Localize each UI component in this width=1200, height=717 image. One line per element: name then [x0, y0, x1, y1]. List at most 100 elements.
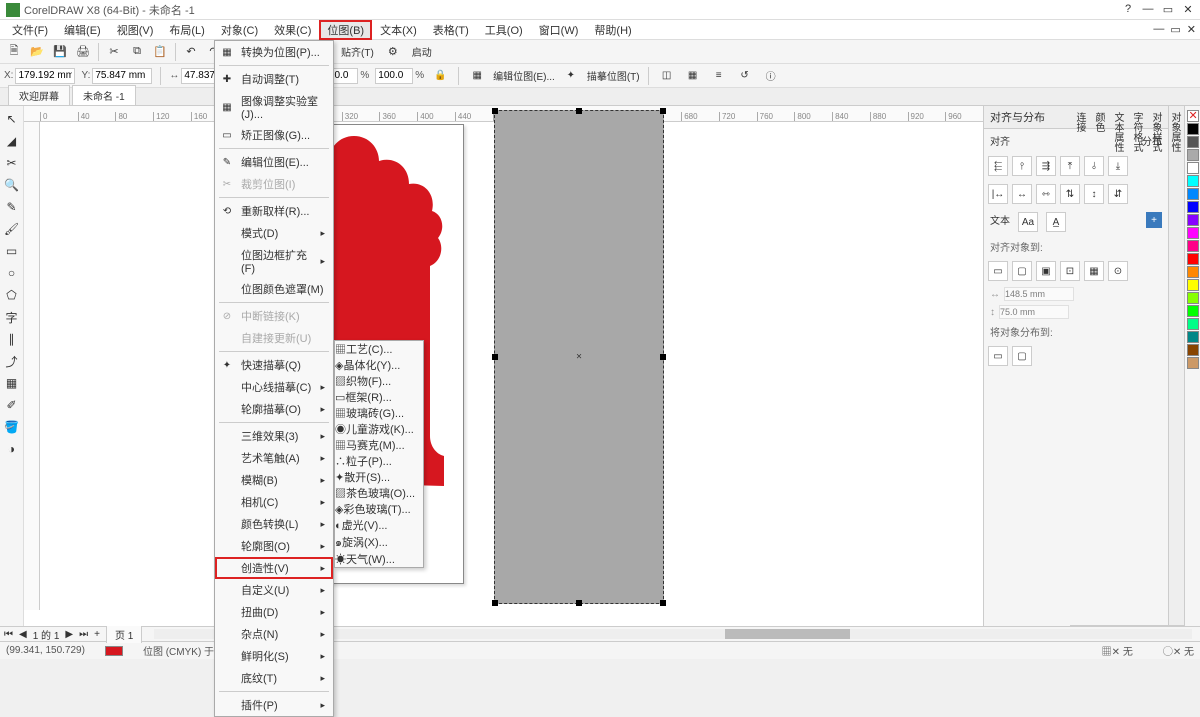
color-swatch[interactable] — [1187, 162, 1199, 174]
color-swatch[interactable] — [1187, 227, 1199, 239]
menu-item[interactable]: 鲜明化(S)▸ — [215, 645, 333, 667]
canvas[interactable]: 0408012016020024028032036040044048052056… — [24, 106, 983, 626]
launch-label[interactable]: 启动 — [406, 44, 438, 59]
align-to-edge-icon[interactable]: ▣ — [1036, 261, 1056, 281]
menu-item[interactable]: ▭矫正图像(G)... — [215, 124, 333, 146]
text-baseline-icon[interactable]: Aa — [1018, 212, 1038, 232]
dist-left-icon[interactable]: |↔ — [988, 184, 1008, 204]
side-tab-1[interactable]: 对象样式 — [1146, 106, 1165, 626]
menu-item[interactable]: 位图边框扩充(F)▸ — [215, 244, 333, 278]
color-swatch[interactable] — [1187, 279, 1199, 291]
dist-to-sel-icon[interactable]: ▭ — [988, 346, 1008, 366]
save-icon[interactable]: 💾 — [50, 42, 70, 62]
close-icon[interactable]: ✕ — [1182, 3, 1194, 16]
trace-bitmap-label[interactable]: 描摹位图(T) — [587, 68, 640, 83]
outline-tool-icon[interactable]: ◑ — [3, 440, 21, 458]
connector-tool-icon[interactable]: ⤴ — [3, 352, 21, 370]
dist-center-h-icon[interactable]: ↔ — [1012, 184, 1032, 204]
menu-item[interactable]: 自定义(U)▸ — [215, 579, 333, 601]
resample-icon[interactable]: ▦ — [683, 66, 703, 86]
color-swatch[interactable] — [1187, 188, 1199, 200]
scale-y-field[interactable] — [375, 68, 413, 84]
menu-item[interactable]: 中心线描摹(C)▸ — [215, 376, 333, 398]
menu-tools[interactable]: 工具(O) — [477, 20, 531, 40]
doc-close-icon[interactable]: ✕ — [1187, 23, 1196, 36]
menu-object[interactable]: 对象(C) — [213, 20, 266, 40]
last-page-icon[interactable]: ⏭ — [79, 629, 88, 640]
color-swatch[interactable] — [1187, 318, 1199, 330]
submenu-item[interactable]: ▨茶色玻璃(O)... — [335, 485, 423, 501]
color-swatch[interactable] — [1187, 201, 1199, 213]
outline-none-icon[interactable]: ◯✕ — [1163, 647, 1181, 658]
shape-tool-icon[interactable]: ◢ — [3, 132, 21, 150]
text-tool-icon[interactable]: 字 — [3, 308, 21, 326]
selected-bitmap[interactable]: × — [494, 110, 664, 604]
doc-maximize-icon[interactable]: ▭ — [1170, 23, 1180, 36]
menu-item[interactable]: 模式(D)▸ — [215, 222, 333, 244]
freehand-tool-icon[interactable]: ✎ — [3, 198, 21, 216]
y-field[interactable] — [92, 68, 152, 84]
color-none-icon[interactable]: ✕ — [1187, 110, 1199, 122]
menu-item[interactable]: 扭曲(D)▸ — [215, 601, 333, 623]
trace-bitmap-button[interactable]: ✦ — [561, 66, 581, 86]
next-page-icon[interactable]: ▶ — [65, 629, 73, 640]
wrap-icon[interactable]: ↺ — [735, 66, 755, 86]
menu-item[interactable]: 插件(P)▸ — [215, 694, 333, 716]
align-to-page-icon[interactable]: ▢ — [1012, 261, 1032, 281]
polygon-tool-icon[interactable]: ⬠ — [3, 286, 21, 304]
menu-table[interactable]: 表格(T) — [425, 20, 477, 40]
color-swatch[interactable] — [1187, 240, 1199, 252]
color-swatch[interactable] — [1187, 214, 1199, 226]
menu-file[interactable]: 文件(F) — [4, 20, 56, 40]
submenu-item[interactable]: ▦马赛克(M)... — [335, 437, 423, 453]
parallel-tool-icon[interactable]: ∥ — [3, 330, 21, 348]
fill-tool-icon[interactable]: 🪣 — [3, 418, 21, 436]
new-icon[interactable]: 🗎 — [4, 42, 24, 62]
menu-item[interactable]: 底纹(T)▸ — [215, 667, 333, 689]
fill-swatch-icon[interactable] — [105, 646, 123, 656]
info-icon[interactable]: ⓘ — [761, 66, 781, 86]
side-tab-0[interactable]: 对象属性 — [1165, 106, 1184, 626]
submenu-item[interactable]: ☀天气(W)... — [335, 551, 423, 567]
menu-item[interactable]: 模糊(B)▸ — [215, 469, 333, 491]
color-swatch[interactable] — [1187, 175, 1199, 187]
coord-y-field[interactable] — [999, 305, 1069, 319]
tab-welcome[interactable]: 欢迎屏幕 — [8, 85, 70, 105]
color-swatch[interactable] — [1187, 123, 1199, 135]
submenu-item[interactable]: ▦玻璃砖(G)... — [335, 405, 423, 421]
rectangle-tool-icon[interactable]: ▭ — [3, 242, 21, 260]
submenu-item[interactable]: ▦工艺(C)... — [335, 341, 423, 357]
undo-icon[interactable]: ↶ — [181, 42, 201, 62]
lock-ratio-icon[interactable]: 🔒 — [430, 66, 450, 86]
menu-item[interactable]: 轮廓描摹(O)▸ — [215, 398, 333, 420]
menu-item[interactable]: 位图颜色遮罩(M) — [215, 278, 333, 300]
align-center-h-icon[interactable]: ⫯ — [1012, 156, 1032, 176]
menu-item[interactable]: ▦图像调整实验室(J)... — [215, 90, 333, 124]
paste-icon[interactable]: 📋 — [150, 42, 170, 62]
color-swatch[interactable] — [1187, 149, 1199, 161]
menu-edit[interactable]: 编辑(E) — [56, 20, 109, 40]
artistic-tool-icon[interactable]: 🖌 — [3, 220, 21, 238]
menu-item[interactable]: 杂点(N)▸ — [215, 623, 333, 645]
crop-icon[interactable]: ◫ — [657, 66, 677, 86]
menu-text[interactable]: 文本(X) — [372, 20, 425, 40]
menu-item[interactable]: 轮廓图(O)▸ — [215, 535, 333, 557]
submenu-item[interactable]: ◐虚光(V)... — [335, 517, 423, 533]
submenu-item[interactable]: ▨织物(F)... — [335, 373, 423, 389]
menu-item[interactable]: ✚自动调整(T) — [215, 68, 333, 90]
menu-item[interactable]: 颜色转换(L)▸ — [215, 513, 333, 535]
align-right-icon[interactable]: ⇶ — [1036, 156, 1056, 176]
menu-bitmap[interactable]: 位图(B) — [319, 20, 372, 40]
minimize-icon[interactable]: — — [1142, 3, 1154, 16]
copy-icon[interactable]: ⧉ — [127, 42, 147, 62]
effect-tool-icon[interactable]: ▦ — [3, 374, 21, 392]
snap-label[interactable]: 贴齐(T) — [335, 44, 380, 59]
submenu-item[interactable]: ◉儿童游戏(K)... — [335, 421, 423, 437]
menu-item[interactable]: 创造性(V)▸ — [215, 557, 333, 579]
submenu-item[interactable]: ∴粒子(P)... — [335, 453, 423, 469]
menu-item[interactable]: ▦转换为位图(P)... — [215, 41, 333, 63]
align-icon[interactable]: ≡ — [709, 66, 729, 86]
crop-tool-icon[interactable]: ✂ — [3, 154, 21, 172]
tab-untitled[interactable]: 未命名 -1 — [72, 85, 136, 105]
zoom-tool-icon[interactable]: 🔍 — [3, 176, 21, 194]
